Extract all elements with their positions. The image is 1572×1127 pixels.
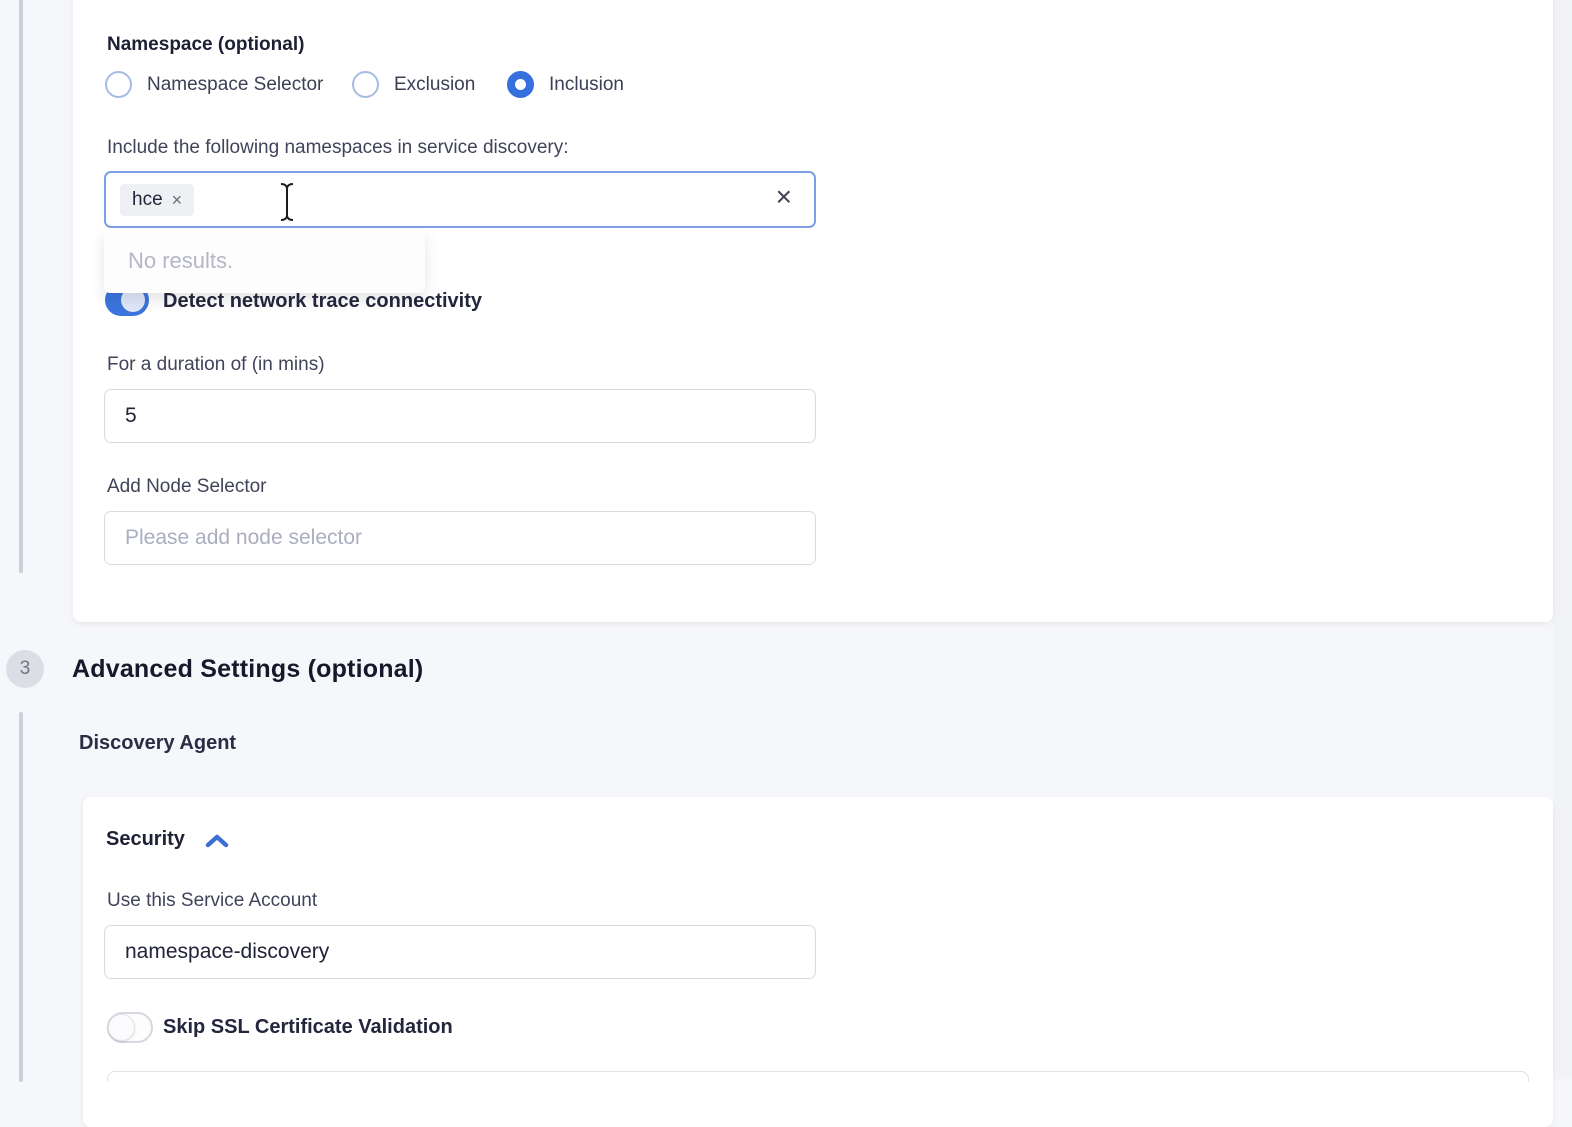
no-results-message: No results. <box>128 248 233 274</box>
security-section-header[interactable]: Security <box>106 828 185 851</box>
advanced-settings-title: Advanced Settings (optional) <box>72 655 423 684</box>
radio-namespace-selector[interactable] <box>105 71 132 98</box>
remove-tag-icon[interactable]: × <box>172 191 183 209</box>
skip-ssl-toggle[interactable] <box>107 1012 153 1043</box>
duration-label: For a duration of (in mins) <box>107 354 325 376</box>
chevron-up-icon[interactable] <box>204 833 230 849</box>
discovery-agent-subtitle: Discovery Agent <box>79 732 236 755</box>
service-account-label: Use this Service Account <box>107 890 317 912</box>
namespace-suggestions-dropdown: No results. <box>104 229 425 293</box>
network-trace-label: Detect network trace connectivity <box>163 290 482 313</box>
node-selector-input[interactable] <box>104 511 816 565</box>
stepper-rail-bottom <box>19 712 23 1082</box>
namespace-optional-label: Namespace (optional) <box>107 34 304 56</box>
tag-chip: hce × <box>120 184 194 216</box>
skip-ssl-label: Skip SSL Certificate Validation <box>163 1016 453 1039</box>
toggle-knob <box>108 1014 135 1041</box>
include-namespaces-label: Include the following namespaces in serv… <box>107 137 569 159</box>
next-field-partial <box>107 1071 1529 1082</box>
stepper-rail-top <box>19 0 23 573</box>
tag-chip-label: hce <box>132 189 163 211</box>
radio-exclusion-label[interactable]: Exclusion <box>394 74 475 96</box>
clear-all-icon[interactable]: × <box>776 183 792 211</box>
service-account-input[interactable] <box>104 925 816 979</box>
duration-input[interactable] <box>104 389 816 443</box>
radio-namespace-selector-label[interactable]: Namespace Selector <box>147 74 323 96</box>
namespace-multiselect-input[interactable]: hce × × <box>104 171 816 228</box>
radio-exclusion[interactable] <box>352 71 379 98</box>
step-number-badge: 3 <box>6 650 44 688</box>
text-cursor-icon <box>278 182 296 222</box>
radio-inclusion[interactable] <box>507 71 534 98</box>
node-selector-label: Add Node Selector <box>107 476 267 498</box>
radio-inclusion-label[interactable]: Inclusion <box>549 74 624 96</box>
right-panel-gutter <box>1553 0 1572 1079</box>
